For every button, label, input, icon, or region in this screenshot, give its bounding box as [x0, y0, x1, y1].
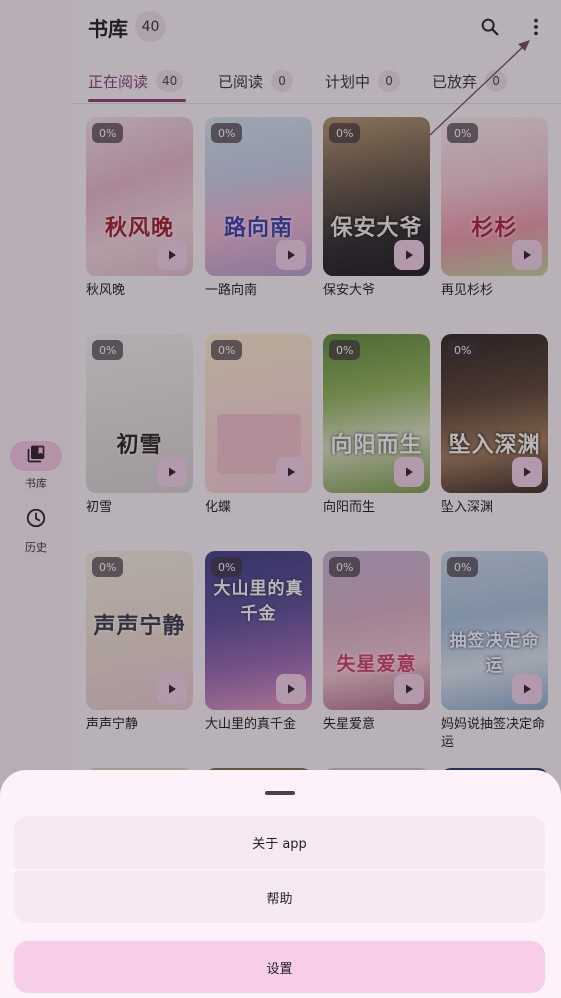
- drag-handle[interactable]: [265, 791, 295, 795]
- about-app-button[interactable]: 关于 app: [14, 816, 545, 869]
- settings-button[interactable]: 设置: [14, 941, 545, 993]
- help-button[interactable]: 帮助: [14, 871, 545, 923]
- bottom-sheet-menu: 关于 app 帮助 设置: [0, 770, 561, 998]
